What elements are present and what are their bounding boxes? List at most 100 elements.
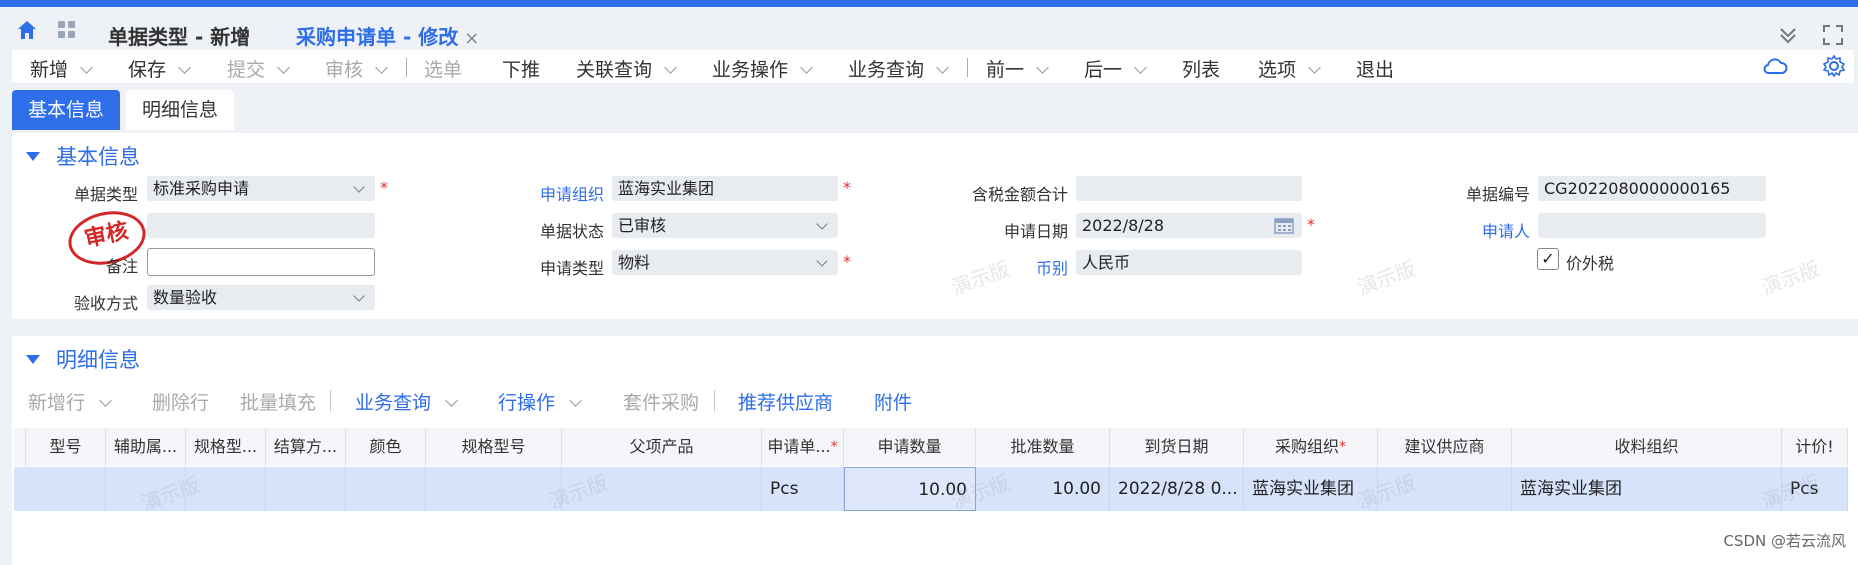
toolbar-btn-5[interactable]: 下推 [502, 55, 540, 82]
chevron-down-icon [816, 255, 828, 267]
detail-info-header[interactable]: 明细信息 [26, 344, 140, 374]
apply-type-select[interactable]: 物料 [612, 250, 838, 275]
currency-field[interactable]: 人民币 [1076, 250, 1302, 275]
tab-doc-type-new[interactable]: 单据类型 - 新增 [108, 21, 250, 50]
table-cell[interactable] [266, 467, 346, 511]
table-cell[interactable]: 蓝海实业集团 [1244, 467, 1378, 511]
header-label: 建议供应商 [1404, 437, 1485, 456]
table-cell[interactable]: Pcs [762, 467, 844, 511]
table-cell[interactable]: 2022/8/28 0... [1110, 467, 1244, 511]
table-cell[interactable] [346, 467, 426, 511]
chevron-down-icon[interactable] [80, 61, 93, 74]
table-cell[interactable] [562, 467, 762, 511]
detail-toolbar-btn-7[interactable]: 附件 [874, 388, 912, 415]
toolbar-btn-9[interactable]: 前一 [986, 55, 1049, 82]
toolbar-btn-13[interactable]: 退出 [1356, 55, 1394, 82]
unknown-field-1[interactable] [147, 213, 375, 238]
collapse-icon[interactable] [1777, 24, 1799, 51]
applicant-field[interactable] [1538, 213, 1766, 238]
toolbar-btn-8[interactable]: 业务查询 [848, 55, 949, 82]
grid-header-2[interactable]: 辅助属... [106, 428, 186, 466]
home-icon[interactable] [16, 19, 38, 46]
price-excl-tax-checkbox[interactable]: ✓ [1537, 248, 1559, 270]
chevron-down-icon[interactable] [1036, 61, 1049, 74]
app-grid-icon[interactable] [56, 19, 78, 46]
grid-header-10[interactable]: 批准数量 [976, 428, 1110, 466]
toolbar-btn-0[interactable]: 新增 [30, 55, 93, 82]
header-label: 申请单... [767, 437, 831, 456]
table-cell[interactable] [426, 467, 562, 511]
table-cell[interactable]: Pcs [1782, 467, 1848, 511]
currency-label[interactable]: 币别 [940, 255, 1068, 279]
header-label: 规格型... [193, 437, 258, 456]
chevron-down-icon[interactable] [375, 61, 388, 74]
detail-toolbar-btn-1[interactable]: 删除行 [152, 388, 209, 415]
basic-info-header[interactable]: 基本信息 [26, 141, 140, 171]
grid-header-13[interactable]: 建议供应商 [1378, 428, 1512, 466]
doc-no-field[interactable]: CG2022080000000165 [1538, 176, 1766, 201]
calendar-icon[interactable] [1274, 216, 1294, 238]
remark-input[interactable] [147, 248, 375, 276]
toolbar-btn-label: 列表 [1182, 59, 1221, 81]
apply-date-field[interactable]: 2022/8/28 [1076, 213, 1302, 238]
cloud-icon[interactable] [1762, 56, 1788, 81]
close-tab-icon[interactable]: × [464, 28, 479, 49]
apply-org-label[interactable]: 申请组织 [520, 181, 604, 205]
detail-toolbar-btn-2[interactable]: 批量填充 [240, 388, 316, 415]
tab-basic-info[interactable]: 基本信息 [12, 90, 121, 130]
grid-header-4[interactable]: 结算方... [266, 428, 346, 466]
grid-header-0[interactable] [14, 428, 26, 466]
apply-org-field[interactable]: 蓝海实业集团 [612, 176, 838, 201]
detail-toolbar-btn-4[interactable]: 行操作 [498, 388, 582, 415]
toolbar-btn-4[interactable]: 选单 [424, 55, 462, 82]
chevron-down-icon[interactable] [1308, 61, 1321, 74]
grid-header-8[interactable]: 申请单...* [762, 428, 844, 466]
chevron-down-icon[interactable] [800, 61, 813, 74]
chevron-down-icon[interactable] [277, 61, 290, 74]
settings-gear-icon[interactable] [1822, 54, 1846, 83]
grid-header-1[interactable]: 型号 [26, 428, 106, 466]
chevron-down-icon[interactable] [445, 394, 458, 407]
tab-detail-info[interactable]: 明细信息 [126, 90, 235, 130]
grid-header-5[interactable]: 颜色 [346, 428, 426, 466]
table-cell[interactable] [1378, 467, 1512, 511]
toolbar-btn-2[interactable]: 提交 [227, 55, 290, 82]
grid-header-3[interactable]: 规格型... [186, 428, 266, 466]
grid-header-15[interactable]: 计价! [1782, 428, 1848, 466]
toolbar-btn-11[interactable]: 列表 [1182, 55, 1220, 82]
table-cell[interactable]: 10.00 [976, 467, 1110, 511]
grid-header-14[interactable]: 收料组织 [1512, 428, 1782, 466]
grid-header-12[interactable]: 采购组织* [1244, 428, 1378, 466]
table-cell[interactable] [186, 467, 266, 511]
detail-toolbar-btn-3[interactable]: 业务查询 [355, 388, 458, 415]
grid-header-11[interactable]: 到货日期 [1110, 428, 1244, 466]
tax-total-field[interactable] [1076, 176, 1302, 201]
toolbar-btn-10[interactable]: 后一 [1084, 55, 1147, 82]
doc-status-select[interactable]: 已审核 [612, 213, 838, 238]
applicant-label[interactable]: 申请人 [1400, 218, 1530, 242]
chevron-down-icon[interactable] [99, 394, 112, 407]
toolbar-btn-12[interactable]: 选项 [1258, 55, 1321, 82]
chevron-down-icon[interactable] [1134, 61, 1147, 74]
toolbar-btn-1[interactable]: 保存 [128, 55, 191, 82]
table-cell[interactable]: 10.00 [844, 467, 976, 511]
detail-toolbar-btn-6[interactable]: 推荐供应商 [738, 388, 833, 415]
chevron-down-icon[interactable] [569, 394, 582, 407]
detail-toolbar-btn-5[interactable]: 套件采购 [623, 388, 699, 415]
doc-type-select[interactable]: 标准采购申请 [147, 176, 375, 201]
table-cell[interactable]: 蓝海实业集团 [1512, 467, 1782, 511]
toolbar-btn-7[interactable]: 业务操作 [712, 55, 813, 82]
chevron-down-icon[interactable] [664, 61, 677, 74]
fullscreen-icon[interactable] [1822, 24, 1844, 51]
grid-header-9[interactable]: 申请数量 [844, 428, 976, 466]
chevron-down-icon[interactable] [178, 61, 191, 74]
detail-toolbar-btn-0[interactable]: 新增行 [28, 388, 112, 415]
accept-method-select[interactable]: 数量验收 [147, 285, 375, 310]
table-cell[interactable] [106, 467, 186, 511]
chevron-down-icon[interactable] [936, 61, 949, 74]
toolbar-btn-3[interactable]: 审核 [325, 55, 388, 82]
table-cell[interactable] [26, 467, 106, 511]
grid-header-6[interactable]: 规格型号 [426, 428, 562, 466]
grid-header-7[interactable]: 父项产品 [562, 428, 762, 466]
toolbar-btn-6[interactable]: 关联查询 [576, 55, 677, 82]
